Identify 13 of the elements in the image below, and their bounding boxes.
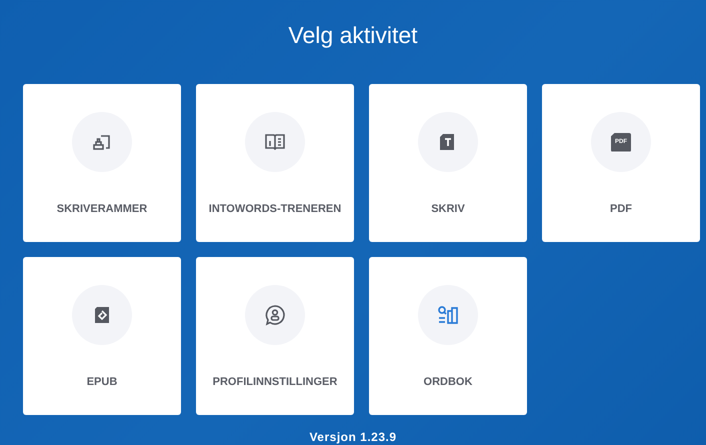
- activity-card[interactable]: EPUB: [23, 257, 181, 415]
- activity-card[interactable]: SKRIV: [369, 84, 527, 242]
- activity-card[interactable]: PROFILINNSTILLINGER: [196, 257, 354, 415]
- page-title: Velg aktivitet: [287, 21, 419, 50]
- activity-card[interactable]: INTOWORDS-TRENEREN: [196, 84, 354, 242]
- version-text: Versjon 1.23.9: [308, 430, 398, 444]
- activity-card[interactable]: ORDBOK: [369, 257, 527, 415]
- activity-card[interactable]: SKRIVERAMMER: [23, 84, 181, 242]
- open-book-icon: [264, 132, 286, 152]
- ebook-document-icon: [92, 305, 112, 325]
- dictionary-icon: [437, 305, 459, 325]
- stamp-icon: [92, 132, 112, 152]
- profile-icon: [264, 304, 286, 326]
